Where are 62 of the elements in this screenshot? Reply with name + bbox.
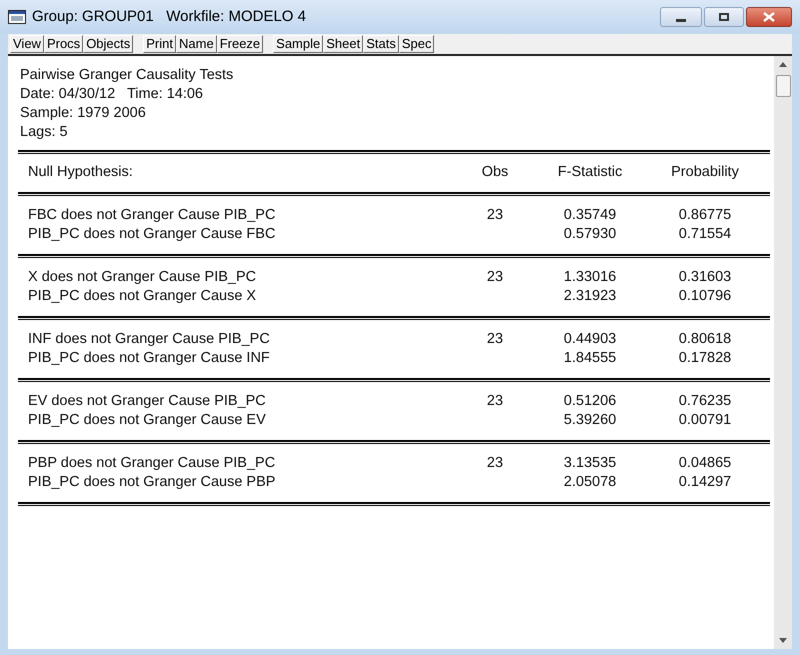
- table-cell: PIB_PC does not Granger Cause EV: [28, 412, 266, 428]
- toolbar-button[interactable]: Spec: [398, 35, 434, 53]
- window-icon: [8, 10, 26, 24]
- column-header: Obs: [480, 163, 510, 182]
- toolbar-button[interactable]: View: [10, 35, 44, 53]
- table-cell: 2.05078: [564, 474, 616, 490]
- table-cell: 23: [486, 455, 504, 471]
- table-cell: PIB_PC does not Granger Cause X: [28, 288, 256, 304]
- toolbar-button[interactable]: Objects: [83, 35, 134, 53]
- table-cell: X does not Granger Cause PIB_PC: [28, 269, 256, 285]
- toolbar-button[interactable]: Print: [143, 35, 176, 53]
- report-header-line: Sample: 1979 2006: [20, 104, 147, 123]
- table-cell: 1.84555: [564, 350, 616, 366]
- table-cell: 0.76235: [678, 393, 732, 409]
- table-cell: PIB_PC does not Granger Cause INF: [28, 350, 270, 366]
- minimize-button[interactable]: [660, 7, 702, 27]
- close-button[interactable]: [746, 7, 792, 27]
- close-icon: [763, 12, 775, 22]
- table-cell: 1.33016: [564, 269, 616, 285]
- table-cell: INF does not Granger Cause PIB_PC: [28, 331, 270, 347]
- table-cell: PBP does not Granger Cause PIB_PC: [28, 455, 276, 471]
- scroll-down-icon[interactable]: [779, 638, 787, 643]
- toolbar-button[interactable]: Procs: [44, 35, 84, 53]
- maximize-button[interactable]: [704, 7, 744, 27]
- table-cell: 0.44903: [564, 331, 616, 347]
- window-title: Group: GROUP01 Workfile: MODELO 4: [32, 6, 306, 27]
- table-cell: PIB_PC does not Granger Cause PBP: [28, 474, 276, 490]
- column-header: Probability: [670, 163, 740, 182]
- table-cell: 0.17828: [678, 350, 732, 366]
- scroll-up-icon[interactable]: [779, 62, 787, 67]
- toolbar-button[interactable]: Sample: [273, 35, 324, 53]
- column-header: F-Statistic: [556, 163, 624, 182]
- table-cell: 5.39260: [564, 412, 616, 428]
- scrollbar-thumb[interactable]: [776, 75, 790, 97]
- table-cell: 0.57930: [564, 226, 616, 242]
- table-cell: FBC does not Granger Cause PIB_PC: [28, 207, 276, 223]
- table-cell: 0.80618: [678, 331, 732, 347]
- table-cell: 0.51206: [564, 393, 616, 409]
- table-cell: PIB_PC does not Granger Cause FBC: [28, 226, 276, 242]
- table-cell: 0.86775: [678, 207, 732, 223]
- report-header-line: Date: 04/30/12 Time: 14:06: [20, 85, 204, 104]
- table-cell: 0.35749: [564, 207, 616, 223]
- toolbar-button[interactable]: Name: [176, 35, 217, 53]
- table-cell: 0.14297: [678, 474, 732, 490]
- table-cell: 0.31603: [678, 269, 732, 285]
- table-cell: 0.10796: [678, 288, 732, 304]
- table-cell: 23: [486, 207, 504, 223]
- toolbar-button[interactable]: Sheet: [323, 35, 364, 53]
- toolbar-button[interactable]: Freeze: [216, 35, 264, 53]
- table-cell: 0.00791: [678, 412, 732, 428]
- report-header-line: Lags: 5: [20, 123, 69, 142]
- table-cell: 23: [486, 269, 504, 285]
- table-cell: 3.13535: [564, 455, 616, 471]
- toolbar-button[interactable]: Stats: [363, 35, 399, 53]
- report-header-line: Pairwise Granger Causality Tests: [20, 66, 234, 85]
- table-cell: 23: [486, 331, 504, 347]
- table-cell: EV does not Granger Cause PIB_PC: [28, 393, 266, 409]
- column-header: Null Hypothesis:: [28, 163, 134, 182]
- table-cell: 2.31923: [564, 288, 616, 304]
- table-cell: 0.04865: [678, 455, 732, 471]
- table-cell: 0.71554: [678, 226, 732, 242]
- table-cell: 23: [486, 393, 504, 409]
